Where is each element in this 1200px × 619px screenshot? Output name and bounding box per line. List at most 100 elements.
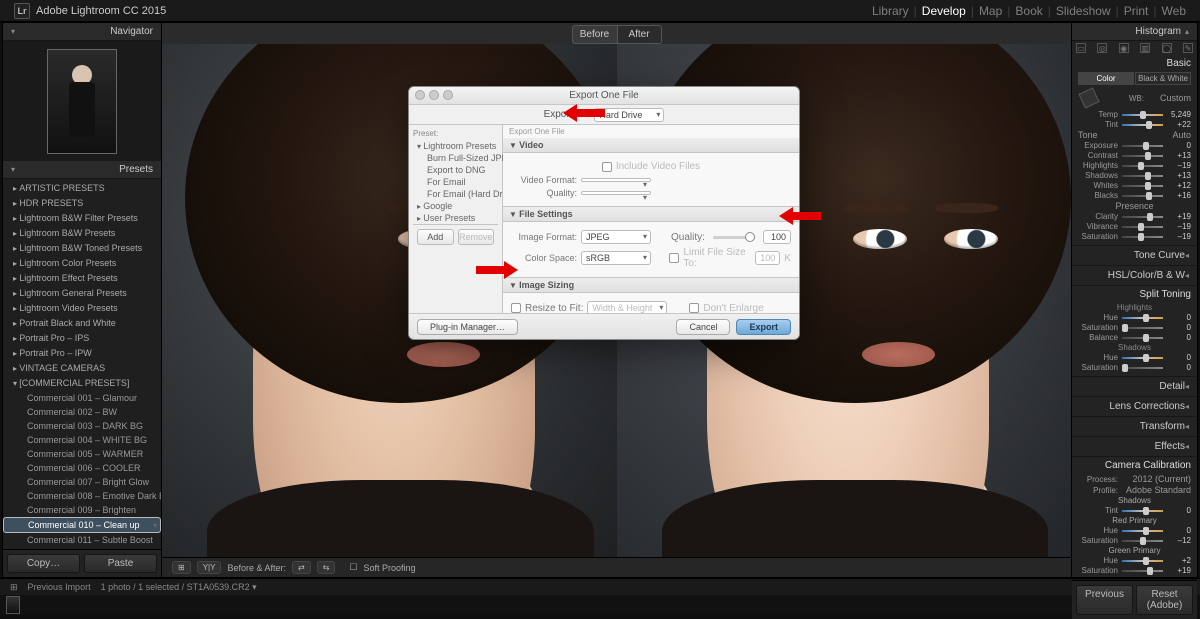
nav-web[interactable]: Web: [1162, 4, 1186, 18]
st-sat-h-slider[interactable]: [1122, 327, 1163, 329]
preset-folder[interactable]: VINTAGE CAMERAS: [3, 361, 161, 376]
minimize-icon[interactable]: [429, 90, 439, 100]
spot-tool-icon[interactable]: ◎: [1097, 43, 1107, 53]
close-icon[interactable]: [415, 90, 425, 100]
st-balance-value[interactable]: 0: [1167, 333, 1191, 342]
preset-item[interactable]: Commercial 010 – Clean up: [3, 517, 161, 533]
exposure-value[interactable]: 0: [1167, 141, 1191, 150]
blacks-value[interactable]: +16: [1167, 191, 1191, 200]
cc-red-hue-value[interactable]: 0: [1167, 526, 1191, 535]
preset-folder-google[interactable]: Google: [413, 200, 498, 212]
vibrance-value[interactable]: –19: [1167, 222, 1191, 231]
cc-green-sat-value[interactable]: +19: [1167, 566, 1191, 575]
st-balance-slider[interactable]: [1122, 337, 1163, 339]
crop-tool-icon[interactable]: ▭: [1076, 43, 1086, 53]
highlights-value[interactable]: –19: [1167, 161, 1191, 170]
treatment-switch[interactable]: Color Black & White: [1078, 72, 1191, 85]
effects-panel[interactable]: Effects ◂: [1072, 437, 1197, 457]
cc-green-hue-slider[interactable]: [1122, 560, 1163, 562]
preset-folder[interactable]: Lightroom Color Presets: [3, 256, 161, 271]
preset-item[interactable]: Commercial 006 – COOLER: [3, 461, 161, 475]
preset-folder-open[interactable]: [COMMERCIAL PRESETS]: [3, 376, 161, 391]
nav-book[interactable]: Book: [1015, 4, 1042, 18]
cc-green-hue-value[interactable]: +2: [1167, 556, 1191, 565]
quality-value[interactable]: 100: [763, 230, 791, 244]
ba-mode-chip[interactable]: Y|Y: [197, 561, 222, 574]
whites-slider[interactable]: [1122, 185, 1163, 187]
previous-button[interactable]: Previous: [1076, 585, 1133, 615]
nav-map[interactable]: Map: [979, 4, 1002, 18]
grad-tool-icon[interactable]: ▥: [1140, 43, 1150, 53]
export-button[interactable]: Export: [736, 319, 791, 335]
shadows-value[interactable]: +13: [1167, 171, 1191, 180]
file-settings-header[interactable]: File Settings: [503, 207, 799, 222]
preset-folder[interactable]: Portrait Pro – IPS: [3, 331, 161, 346]
histogram-header[interactable]: Histogram ▴: [1072, 23, 1197, 41]
preset-folder-user[interactable]: User Presets: [413, 212, 498, 224]
preset-folder[interactable]: Lightroom B&W Toned Presets: [3, 241, 161, 256]
preset-folder[interactable]: HDR PRESETS: [3, 196, 161, 211]
cancel-button[interactable]: Cancel: [676, 319, 730, 335]
navigator-header[interactable]: ▾ Navigator: [3, 23, 161, 41]
view-mode-chip[interactable]: ⊞: [172, 561, 191, 574]
preset-folder[interactable]: Lightroom B&W Presets: [3, 226, 161, 241]
temp-slider[interactable]: [1122, 114, 1163, 116]
preset-folder-lightroom[interactable]: Lightroom Presets: [413, 140, 498, 152]
status-left[interactable]: Previous Import: [28, 582, 91, 592]
nav-develop[interactable]: Develop: [922, 4, 966, 18]
contrast-value[interactable]: +13: [1167, 151, 1191, 160]
detail-panel[interactable]: Detail ◂: [1072, 377, 1197, 397]
preset-item[interactable]: Commercial 001 – Glamour: [3, 391, 161, 405]
tint-slider[interactable]: [1122, 124, 1163, 126]
cc-red-sat-slider[interactable]: [1122, 540, 1163, 542]
preset-folder[interactable]: Portrait Pro – IPW: [3, 346, 161, 361]
video-header[interactable]: Video: [503, 138, 799, 153]
brush-tool-icon[interactable]: ✎: [1183, 43, 1193, 53]
preset-item[interactable]: Burn Full-Sized JPEGs: [413, 152, 498, 164]
redeye-tool-icon[interactable]: ◉: [1119, 43, 1129, 53]
tone-curve-panel[interactable]: Tone Curve ◂: [1072, 246, 1197, 266]
st-hue-h-slider[interactable]: [1122, 317, 1163, 319]
lens-corrections-panel[interactable]: Lens Corrections ◂: [1072, 397, 1197, 417]
clarity-slider[interactable]: [1122, 216, 1163, 218]
ba-swap-icon[interactable]: ⇄: [292, 561, 311, 574]
preset-folder[interactable]: Lightroom Effect Presets: [3, 271, 161, 286]
treatment-color[interactable]: Color: [1078, 72, 1134, 85]
image-format-select[interactable]: JPEG: [581, 230, 651, 244]
presets-header[interactable]: ▾ Presets: [3, 161, 161, 179]
st-sat-s-value[interactable]: 0: [1167, 363, 1191, 372]
preset-item[interactable]: Commercial 002 – BW: [3, 405, 161, 419]
cc-tint-slider[interactable]: [1122, 510, 1163, 512]
soft-proofing-label[interactable]: Soft Proofing: [363, 563, 415, 573]
process-value[interactable]: 2012 (Current): [1122, 474, 1191, 484]
preset-folder[interactable]: Lightroom B&W Filter Presets: [3, 211, 161, 226]
preset-folder[interactable]: ARTISTIC PRESETS: [3, 181, 161, 196]
copy-button[interactable]: Copy…: [7, 554, 80, 573]
quality-slider[interactable]: [713, 236, 755, 239]
profile-value[interactable]: Adobe Standard: [1122, 485, 1191, 495]
cc-red-sat-value[interactable]: –12: [1167, 536, 1191, 545]
preset-folder[interactable]: Portrait Black and White: [3, 316, 161, 331]
preset-folder[interactable]: Lightroom General Presets: [3, 286, 161, 301]
filmstrip[interactable]: [0, 595, 1200, 615]
preset-item[interactable]: For Email: [413, 176, 498, 188]
tint-value[interactable]: +22: [1167, 120, 1191, 129]
contrast-slider[interactable]: [1122, 155, 1163, 157]
radial-tool-icon[interactable]: ◯: [1162, 43, 1172, 53]
preset-item[interactable]: Export to DNG: [413, 164, 498, 176]
wb-picker-icon[interactable]: [1078, 87, 1099, 108]
exposure-slider[interactable]: [1122, 145, 1163, 147]
limit-size-checkbox[interactable]: [669, 253, 679, 263]
grid-icon[interactable]: ⊞: [10, 582, 18, 593]
transform-panel[interactable]: Transform ◂: [1072, 417, 1197, 437]
presets-list[interactable]: ARTISTIC PRESETSHDR PRESETSLightroom B&W…: [3, 179, 161, 549]
preset-item[interactable]: Commercial 003 – DARK BG: [3, 419, 161, 433]
st-sat-s-slider[interactable]: [1122, 367, 1163, 369]
nav-library[interactable]: Library: [872, 4, 909, 18]
paste-button[interactable]: Paste: [84, 554, 157, 573]
cc-red-hue-slider[interactable]: [1122, 530, 1163, 532]
hsl-panel[interactable]: HSL / Color / B & W ◂: [1072, 266, 1197, 286]
clarity-value[interactable]: +19: [1167, 212, 1191, 221]
wb-value[interactable]: Custom: [1148, 93, 1191, 103]
resize-checkbox[interactable]: [511, 303, 521, 313]
